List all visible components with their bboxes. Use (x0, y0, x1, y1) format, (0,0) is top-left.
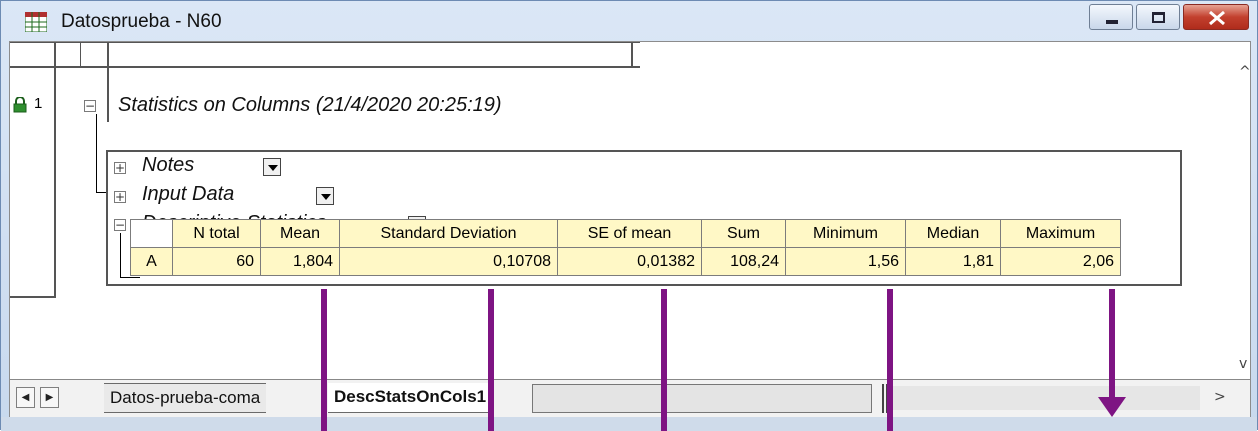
close-icon (1209, 10, 1225, 26)
scroll-right-icon[interactable]: ▶ (40, 387, 59, 408)
table-header-cell[interactable]: Standard Deviation (339, 219, 558, 248)
table-cell[interactable]: 0,10708 (339, 247, 558, 276)
report-box-border (106, 150, 1182, 152)
annotation-line (1109, 289, 1115, 399)
close-button[interactable] (1183, 4, 1249, 30)
worksheet-area[interactable]: 1 − Statistics on Columns (21/4/2020 20:… (9, 41, 1251, 417)
tree-connector (120, 277, 140, 278)
notes-label: Notes (142, 154, 195, 176)
grid-line (10, 66, 640, 68)
table-header-cell[interactable]: Sum (701, 219, 786, 248)
table-cell[interactable]: 0,01382 (557, 247, 702, 276)
collapse-icon[interactable]: − (114, 219, 126, 231)
table-header-cell[interactable]: N total (172, 219, 261, 248)
report-box-border (106, 284, 1182, 286)
annotation-line (321, 289, 327, 431)
worksheet-window: Datosprueba - N60 1 − Statistics on Colu… (0, 0, 1258, 431)
input-data-label: Input Data (142, 183, 235, 205)
descriptive-statistics-table: N total Mean Standard Deviation SE of me… (130, 219, 1121, 276)
table-cell[interactable]: 2,06 (1000, 247, 1121, 276)
report-box-border (1180, 150, 1182, 286)
grid-line (107, 42, 109, 122)
table-row: A 60 1,804 0,10708 0,01382 108,24 1,56 1… (130, 247, 1121, 276)
row-label-cell[interactable]: A (130, 247, 173, 276)
grid-line (631, 42, 633, 68)
table-cell[interactable]: 1,804 (260, 247, 340, 276)
annotation-line (488, 289, 494, 431)
table-header-cell[interactable]: Median (905, 219, 1001, 248)
annotation-line (661, 289, 667, 431)
tree-connector (120, 233, 121, 277)
horizontal-scrollbar[interactable] (890, 386, 1200, 410)
tree-connector (96, 192, 106, 193)
table-cell[interactable]: 1,81 (905, 247, 1001, 276)
expand-icon[interactable]: + (114, 162, 126, 174)
maximize-button[interactable] (1136, 4, 1180, 30)
minimize-button[interactable] (1089, 4, 1133, 30)
scroll-left-icon[interactable]: ◀ (16, 387, 35, 408)
table-header-row: N total Mean Standard Deviation SE of me… (130, 219, 1121, 248)
minimize-icon (1106, 20, 1118, 24)
app-grid-icon (25, 12, 47, 32)
window-bottom-border (1, 417, 1257, 431)
annotation-line (887, 289, 893, 431)
table-cell[interactable]: 1,56 (785, 247, 906, 276)
scroll-down-icon[interactable]: v (1239, 356, 1247, 372)
collapse-icon[interactable]: − (84, 100, 96, 112)
lock-icon (13, 97, 27, 113)
table-corner-cell (130, 219, 173, 248)
dropdown-icon[interactable] (316, 187, 334, 205)
row-number: 1 (34, 95, 43, 112)
scroll-up-icon[interactable]: ^ (1239, 64, 1251, 80)
table-header-cell[interactable]: SE of mean (557, 219, 702, 248)
expand-icon[interactable]: + (114, 191, 126, 203)
grid-line (80, 42, 81, 68)
title-bar[interactable]: Datosprueba - N60 (1, 1, 1257, 41)
table-cell[interactable]: 60 (172, 247, 261, 276)
report-box-border (106, 150, 108, 286)
table-header-cell[interactable]: Minimum (785, 219, 906, 248)
window-title: Datosprueba - N60 (61, 11, 222, 32)
dropdown-icon[interactable] (263, 158, 281, 176)
sheet-tab-bar: ◀ ▶ Datos-prueba-coma DescStatsOnCols1 > (10, 379, 1250, 417)
annotation-arrowhead (1098, 397, 1126, 417)
table-header-cell[interactable]: Mean (260, 219, 340, 248)
grid-line (10, 296, 56, 298)
tree-connector (96, 114, 97, 192)
report-root-label: Statistics on Columns (21/4/2020 20:25:1… (118, 94, 502, 116)
maximize-icon (1152, 12, 1165, 23)
sheet-tab-datos-prueba-coma[interactable]: Datos-prueba-coma (104, 383, 267, 413)
tab-bar-empty-area (532, 384, 872, 413)
grid-line (10, 42, 640, 43)
table-cell[interactable]: 108,24 (701, 247, 786, 276)
scroll-right-icon[interactable]: > (1214, 389, 1226, 405)
grid-line (54, 42, 56, 298)
table-header-cell[interactable]: Maximum (1000, 219, 1121, 248)
sheet-tab-descstatsoncols1[interactable]: DescStatsOnCols1 (328, 383, 493, 413)
vertical-scrollbar[interactable]: ^ v (1239, 42, 1251, 378)
